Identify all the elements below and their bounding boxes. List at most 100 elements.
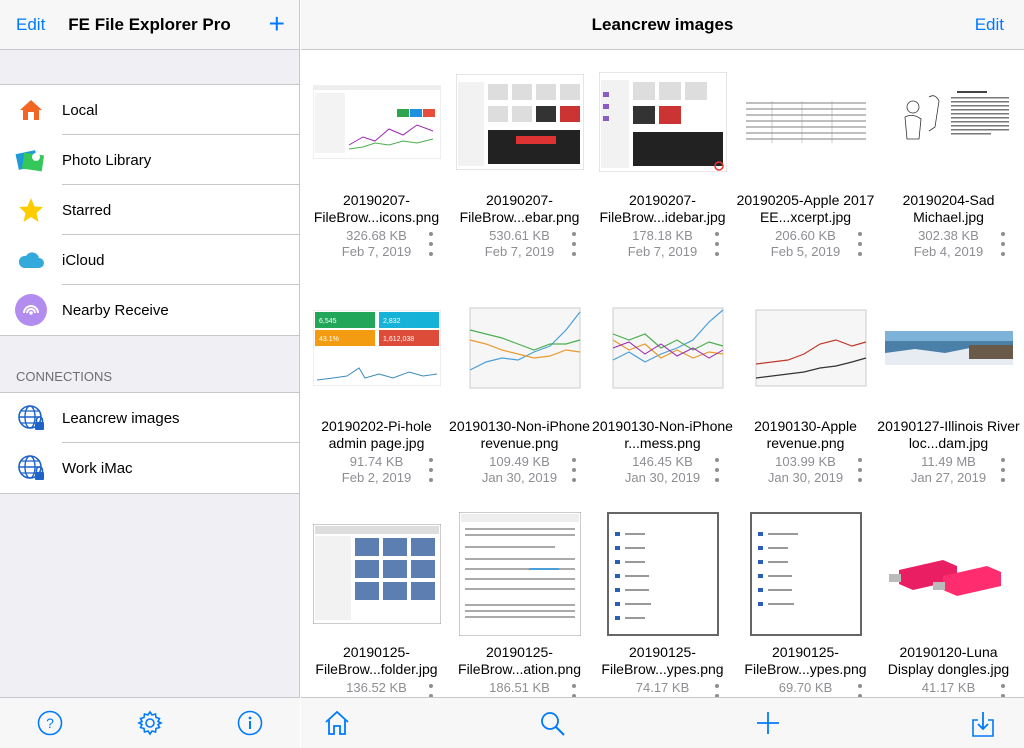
file-meta: 530.61 KB Feb 7, 2019 <box>448 228 591 260</box>
more-options-icon[interactable] <box>1000 684 1006 697</box>
add-connection-button[interactable]: + <box>269 10 285 38</box>
app-title: FE File Explorer Pro <box>68 15 231 34</box>
more-options-icon[interactable] <box>857 232 863 256</box>
more-options-icon[interactable] <box>857 684 863 697</box>
file-name: 20190207-FileBrow...idebar.jpg <box>599 192 726 225</box>
file-date: Feb 2, 2019 <box>341 470 412 485</box>
more-options-icon[interactable] <box>1000 232 1006 256</box>
file-name: 20190125-FileBrow...ypes.png <box>744 644 867 677</box>
sidebar-item-label: Photo Library <box>62 151 152 169</box>
file-size: 178.18 KB <box>632 228 693 243</box>
file-thumbnail <box>742 68 870 176</box>
file-date: Jan 30, 2019 <box>624 470 701 485</box>
file-name: 20190125-FileBrow...ation.png <box>458 644 581 677</box>
file-size: 302.38 KB <box>918 228 979 243</box>
file-item[interactable]: 20190125-FileBrow...ypes.png 74.17 KB <box>591 502 734 697</box>
help-icon[interactable]: ? <box>37 710 63 736</box>
file-item[interactable]: 20190207-FileBrow...ebar.png 530.61 KB Fe… <box>448 50 591 270</box>
svg-text:2,832: 2,832 <box>383 318 401 325</box>
file-item[interactable]: 20190207-FileBrow...icons.png 326.68 KB F… <box>305 50 448 270</box>
more-options-icon[interactable] <box>571 232 577 256</box>
main-toolbar <box>301 697 1024 748</box>
sidebar-nav-bar: Edit FE File Explorer Pro + <box>0 0 299 50</box>
main-panel: Leancrew images Edit 20190207-FileBrow..… <box>301 0 1024 748</box>
file-name: 20190207-FileBrow...ebar.png <box>459 192 580 225</box>
file-name: 20190125-FileBrow...folder.jpg <box>315 644 438 677</box>
settings-gear-icon[interactable] <box>137 710 163 736</box>
sidebar-item-label: Work iMac <box>62 459 133 477</box>
more-options-icon[interactable] <box>428 684 434 697</box>
file-name: 20190125-FileBrow...ypes.png <box>601 644 724 677</box>
sidebar-item-local[interactable]: Local <box>0 85 299 135</box>
more-options-icon[interactable] <box>714 684 720 697</box>
file-item[interactable]: 20190130-Apple revenue.png 103.99 KB Jan … <box>734 276 877 496</box>
file-meta: 326.68 KB Feb 7, 2019 <box>305 228 448 260</box>
file-item[interactable]: 6,545 2,832 43.1% 1,612,038 20190202-Pi-hol… <box>305 276 448 496</box>
info-icon[interactable] <box>237 710 263 736</box>
file-item[interactable]: 20190127-Illinois River loc...dam.jpg 11… <box>877 276 1020 496</box>
more-options-icon[interactable] <box>714 232 720 256</box>
file-meta: 136.52 KB <box>305 680 448 696</box>
file-date: Feb 5, 2019 <box>770 244 841 259</box>
add-icon[interactable] <box>755 710 781 736</box>
sidebar-item-work-imac[interactable]: Work iMac <box>0 443 299 493</box>
file-thumbnail <box>885 294 1013 402</box>
file-name: 20190204-Sad Michael.jpg <box>902 192 995 225</box>
file-item[interactable]: 20190125-FileBrow...ation.png 186.51 KB <box>448 502 591 697</box>
more-options-icon[interactable] <box>714 458 720 482</box>
more-options-icon[interactable] <box>428 232 434 256</box>
file-item[interactable]: 20190125-FileBrow...folder.jpg 136.52 KB <box>305 502 448 697</box>
more-options-icon[interactable] <box>857 458 863 482</box>
file-size: 109.49 KB <box>489 454 550 469</box>
file-item[interactable]: 20190207-FileBrow...idebar.jpg 178.18 KB… <box>591 50 734 270</box>
file-item[interactable]: 20190130-Non-iPhone revenue.png 109.49 K… <box>448 276 591 496</box>
more-options-icon[interactable] <box>571 458 577 482</box>
file-date: Jan 27, 2019 <box>910 470 987 485</box>
file-size: 206.60 KB <box>775 228 836 243</box>
svg-text:1,612,038: 1,612,038 <box>383 336 414 343</box>
file-name: 20190127-Illinois River loc...dam.jpg <box>877 418 1020 451</box>
file-date: Feb 7, 2019 <box>627 244 698 259</box>
file-thumbnail <box>313 68 441 176</box>
sidebar-item-label: iCloud <box>62 251 105 269</box>
sidebar-item-label: Starred <box>62 201 112 219</box>
file-meta: 91.74 KB Feb 2, 2019 <box>305 454 448 486</box>
file-name: 20190205-Apple 2017 EE...xcerpt.jpg <box>736 192 875 225</box>
file-item[interactable]: 20190204-Sad Michael.jpg 302.38 KB Feb 4,… <box>877 50 1020 270</box>
file-date: Jan 30, 2019 <box>481 470 558 485</box>
search-icon[interactable] <box>539 710 567 738</box>
sidebar-item-leancrew-images[interactable]: Leancrew images <box>0 393 299 443</box>
file-thumbnail <box>456 512 584 636</box>
sidebar-toolbar: ? <box>0 697 300 748</box>
home-icon[interactable] <box>323 710 351 736</box>
file-date: Feb 4, 2019 <box>913 244 984 259</box>
download-icon[interactable] <box>971 710 995 738</box>
file-meta: 146.45 KB Jan 30, 2019 <box>591 454 734 486</box>
icloud-icon <box>0 251 62 269</box>
file-size: 74.17 KB <box>635 680 690 695</box>
more-options-icon[interactable] <box>1000 458 1006 482</box>
file-item[interactable]: 20190125-FileBrow...ypes.png 69.70 KB <box>734 502 877 697</box>
sidebar-item-nearby-receive[interactable]: Nearby Receive <box>0 285 299 335</box>
more-options-icon[interactable] <box>571 684 577 697</box>
sidebar: Edit FE File Explorer Pro + Local Photo … <box>0 0 300 748</box>
file-meta: 186.51 KB <box>448 680 591 696</box>
sidebar-item-photo-library[interactable]: Photo Library <box>0 135 299 185</box>
file-size: 326.68 KB <box>346 228 407 243</box>
main-nav-bar: Leancrew images Edit <box>301 0 1024 50</box>
file-item[interactable]: 20190205-Apple 2017 EE...xcerpt.jpg 206.… <box>734 50 877 270</box>
sidebar-item-icloud[interactable]: iCloud <box>0 235 299 285</box>
file-meta: 69.70 KB <box>734 680 877 696</box>
photo-library-icon <box>0 146 62 174</box>
file-grid: 20190207-FileBrow...icons.png 326.68 KB F… <box>301 50 1024 697</box>
more-options-icon[interactable] <box>428 458 434 482</box>
file-item[interactable]: 20190120-Luna Display dongles.jpg 41.17 … <box>877 502 1020 697</box>
svg-text:43.1%: 43.1% <box>319 336 339 343</box>
file-size: 136.52 KB <box>346 680 407 695</box>
file-meta: 178.18 KB Feb 7, 2019 <box>591 228 734 260</box>
file-item[interactable]: 20190130-Non-iPhone r...mess.png 146.45 … <box>591 276 734 496</box>
file-size: 186.51 KB <box>489 680 550 695</box>
house-icon <box>0 98 62 122</box>
main-edit-button[interactable]: Edit <box>975 15 1004 35</box>
sidebar-item-starred[interactable]: Starred <box>0 185 299 235</box>
